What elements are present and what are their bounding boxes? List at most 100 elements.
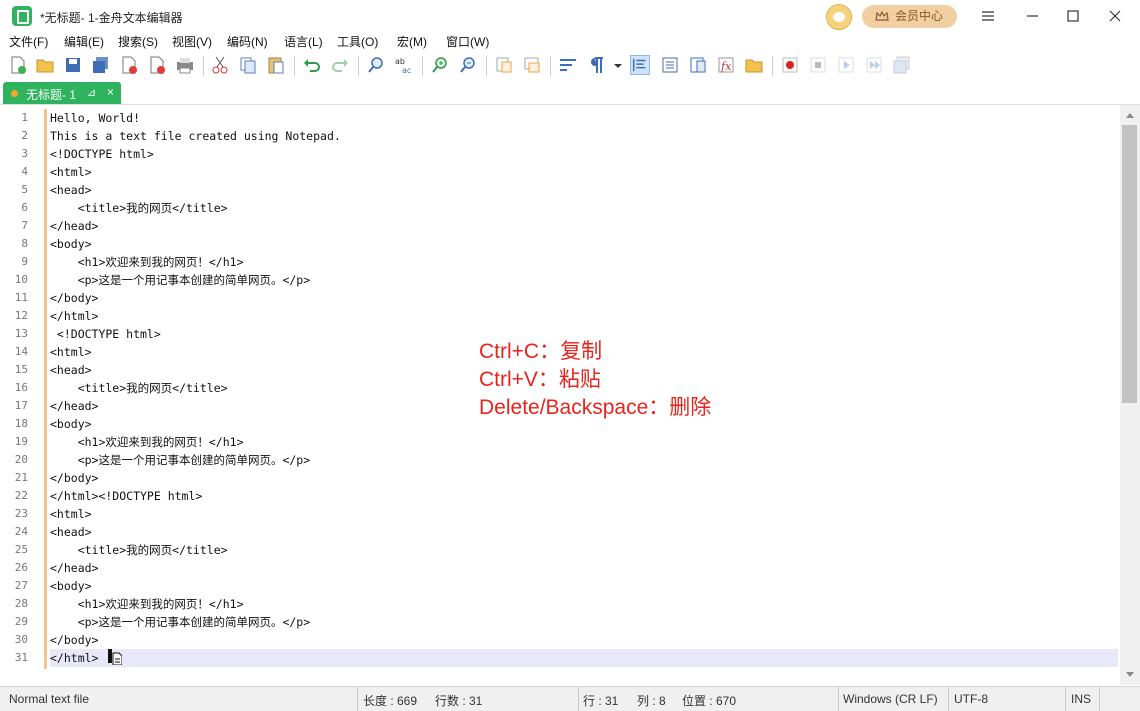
- code-line[interactable]: 24 <head>: [15, 523, 1118, 541]
- code-line[interactable]: 29 <p>这是一个用记事本创建的简单网页。</p>: [15, 613, 1118, 631]
- maximize-icon: [1067, 10, 1079, 22]
- replace-icon[interactable]: abac: [394, 55, 414, 75]
- line-number: 27: [14, 579, 28, 592]
- code-line[interactable]: 31 </html>: [15, 649, 1118, 667]
- tab-close-icon[interactable]: ×: [107, 85, 114, 99]
- scroll-up-arrow-icon[interactable]: [1126, 113, 1134, 118]
- function-icon[interactable]: fx: [716, 55, 736, 75]
- close-all-icon[interactable]: [147, 55, 167, 75]
- pin-icon[interactable]: ⊿: [87, 86, 96, 99]
- line-number: 5: [21, 183, 28, 196]
- close-window-button[interactable]: [1095, 0, 1135, 32]
- code-line[interactable]: 4 <html>: [21, 163, 1118, 181]
- line-number: 24: [14, 525, 28, 538]
- zoom-out-icon[interactable]: [458, 55, 478, 75]
- code-line[interactable]: 25 <title>我的网页</title>: [15, 541, 1118, 559]
- save-all-icon[interactable]: [91, 55, 111, 75]
- code-line[interactable]: 21 </body>: [15, 469, 1118, 487]
- code-line[interactable]: 10 <p>这是一个用记事本创建的简单网页。</p>: [15, 271, 1118, 289]
- run-macro-multiple-icon[interactable]: [864, 55, 884, 75]
- open-folder-icon[interactable]: [35, 55, 55, 75]
- code-text: </body>: [50, 633, 99, 647]
- save-icon[interactable]: [63, 55, 83, 75]
- minimize-button[interactable]: [1013, 0, 1053, 32]
- code-line[interactable]: 20 <p>这是一个用记事本创建的简单网页。</p>: [15, 451, 1118, 469]
- tab-untitled-1[interactable]: 无标题- 1 ⊿ ×: [3, 82, 121, 104]
- menu-window[interactable]: 窗口(W): [446, 33, 489, 50]
- show-all-chars-icon[interactable]: [586, 55, 606, 75]
- document-map-icon[interactable]: [660, 55, 680, 75]
- menu-view[interactable]: 视图(V): [172, 33, 212, 50]
- code-line[interactable]: 1 Hello, World!: [21, 109, 1118, 127]
- code-text: <h1>欢迎来到我的网页！</h1>: [50, 435, 244, 449]
- code-line[interactable]: 7 </head>: [21, 217, 1118, 235]
- folder-workspace-icon[interactable]: [744, 55, 764, 75]
- scroll-down-arrow-icon[interactable]: [1126, 672, 1134, 677]
- sync-horizontal-icon[interactable]: [522, 55, 542, 75]
- save-macro-icon[interactable]: [892, 55, 912, 75]
- copy-icon[interactable]: [238, 55, 258, 75]
- menu-search[interactable]: 搜索(S): [118, 33, 158, 50]
- line-number: 28: [14, 597, 28, 610]
- user-avatar[interactable]: [826, 4, 852, 30]
- vertical-scrollbar[interactable]: [1120, 105, 1140, 685]
- code-line[interactable]: 5 <head>: [21, 181, 1118, 199]
- code-line[interactable]: 30 </body>: [15, 631, 1118, 649]
- dropdown-icon[interactable]: [611, 55, 625, 75]
- svg-text:fx: fx: [720, 60, 732, 73]
- scrollbar-thumb[interactable]: [1122, 125, 1137, 403]
- record-macro-icon[interactable]: [780, 55, 800, 75]
- row-status: 行 : 31: [583, 694, 619, 708]
- vip-center-button[interactable]: 会员中心: [862, 5, 957, 28]
- code-line[interactable]: 22 </html><!DOCTYPE html>: [15, 487, 1118, 505]
- indent-guide-icon[interactable]: [630, 55, 650, 75]
- stop-macro-icon[interactable]: [808, 55, 828, 75]
- zoom-in-icon[interactable]: [430, 55, 450, 75]
- menu-language[interactable]: 语言(L): [284, 33, 323, 50]
- code-line[interactable]: 9 <h1>欢迎来到我的网页！</h1>: [21, 253, 1118, 271]
- status-separator: [1065, 687, 1066, 711]
- code-line[interactable]: 2 This is a text file created using Notep…: [21, 127, 1118, 145]
- redo-icon[interactable]: [330, 55, 350, 75]
- insert-mode-status[interactable]: INS: [1071, 692, 1091, 706]
- play-macro-icon[interactable]: [836, 55, 856, 75]
- code-line[interactable]: 3 <!DOCTYPE html>: [21, 145, 1118, 163]
- status-bar: Normal text file 长度 : 669 行数 : 31 行 : 31…: [0, 686, 1140, 711]
- paste-icon[interactable]: [266, 55, 286, 75]
- code-text: <body>: [50, 417, 92, 431]
- eol-status[interactable]: Windows (CR LF): [843, 692, 938, 706]
- code-line[interactable]: 11 </body>: [15, 289, 1118, 307]
- line-number: 18: [14, 417, 28, 430]
- code-line[interactable]: 27 <body>: [15, 577, 1118, 595]
- code-line[interactable]: 26 </head>: [15, 559, 1118, 577]
- code-line[interactable]: 28 <h1>欢迎来到我的网页！</h1>: [15, 595, 1118, 613]
- main-menu-button[interactable]: [968, 0, 1008, 32]
- maximize-button[interactable]: [1053, 0, 1093, 32]
- line-number: 9: [21, 255, 28, 268]
- code-line[interactable]: 19 <h1>欢迎来到我的网页！</h1>: [15, 433, 1118, 451]
- line-number: 15: [14, 363, 28, 376]
- new-file-icon[interactable]: [8, 55, 28, 75]
- word-wrap-icon[interactable]: [558, 55, 578, 75]
- menu-encoding[interactable]: 编码(N): [227, 33, 268, 50]
- app-logo-icon: [12, 6, 32, 26]
- menu-tools[interactable]: 工具(O): [337, 33, 378, 50]
- menu-file[interactable]: 文件(F): [9, 33, 48, 50]
- undo-icon[interactable]: [302, 55, 322, 75]
- cut-icon[interactable]: [210, 55, 230, 75]
- find-icon[interactable]: [366, 55, 386, 75]
- sync-vertical-icon[interactable]: [494, 55, 514, 75]
- print-icon[interactable]: [175, 55, 195, 75]
- shortcut-overlay: Ctrl+C：复制 Ctrl+V：粘贴 Delete/Backspace：删除: [479, 338, 711, 422]
- function-list-icon[interactable]: [688, 55, 708, 75]
- code-line[interactable]: 23 <html>: [15, 505, 1118, 523]
- code-line[interactable]: 6 <title>我的网页</title>: [21, 199, 1118, 217]
- text-cursor-icon: [108, 649, 122, 665]
- menu-macro[interactable]: 宏(M): [397, 33, 427, 50]
- line-number: 16: [14, 381, 28, 394]
- encoding-status[interactable]: UTF-8: [954, 692, 988, 706]
- code-line[interactable]: 8 <body>: [21, 235, 1118, 253]
- close-file-icon[interactable]: [119, 55, 139, 75]
- code-line[interactable]: 12 </html>: [15, 307, 1118, 325]
- menu-edit[interactable]: 编辑(E): [64, 33, 104, 50]
